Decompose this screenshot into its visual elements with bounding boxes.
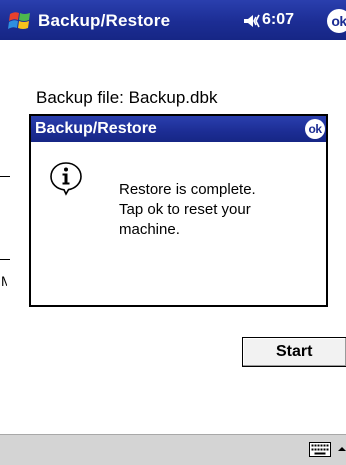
keyboard-icon[interactable] [309, 442, 331, 457]
message-line: Tap ok to reset your [119, 201, 251, 218]
menu-bar [0, 434, 346, 465]
message-line: Restore is complete. [119, 181, 256, 198]
windows-flag-icon[interactable] [7, 8, 33, 34]
truncated-label: M [1, 273, 7, 289]
input-panel-arrow-icon[interactable] [337, 445, 346, 454]
dialog-message: Restore is complete. Tap ok to reset you… [119, 180, 319, 240]
speaker-icon[interactable] [241, 12, 261, 30]
info-icon [50, 162, 82, 196]
dialog-title-bar: Backup/Restore ok [31, 116, 326, 142]
divider-fragment [0, 259, 10, 260]
restore-complete-dialog: Backup/Restore ok Restore is complete. T… [29, 114, 328, 307]
divider-fragment [0, 176, 10, 177]
title-bar: Backup/Restore 6:07 ok [0, 0, 346, 40]
dialog-ok-button[interactable]: ok [305, 119, 325, 139]
clock[interactable]: 6:07 [262, 11, 294, 29]
app-title: Backup/Restore [38, 11, 171, 30]
start-button[interactable]: Start [242, 337, 346, 367]
message-line: machine. [119, 221, 180, 238]
backup-file-label: Backup file: Backup.dbk [36, 88, 218, 107]
dialog-title: Backup/Restore [35, 120, 157, 137]
ok-button[interactable]: ok [327, 9, 346, 33]
